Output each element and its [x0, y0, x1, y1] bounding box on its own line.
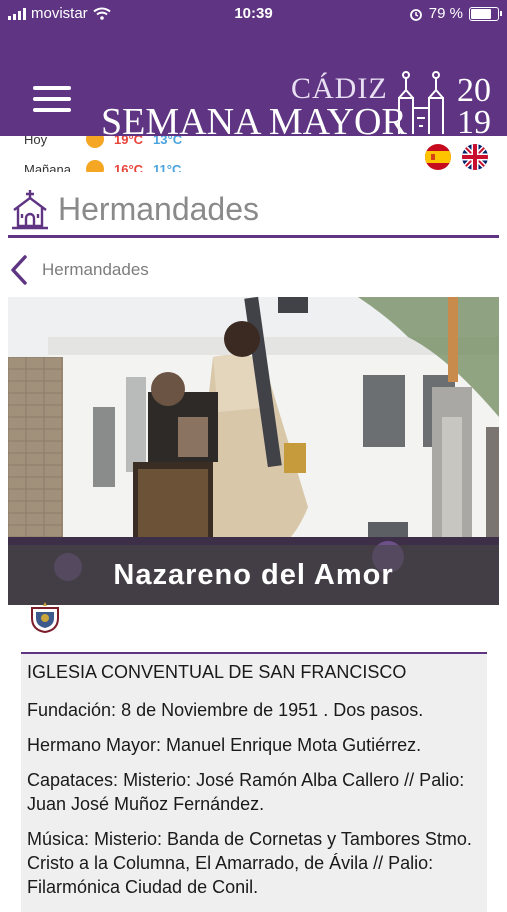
weather-day: Mañana	[24, 161, 71, 173]
chevron-left-icon	[11, 255, 27, 285]
status-bar: movistar 10:39 79 %	[0, 0, 507, 28]
section-divider	[8, 235, 499, 238]
church-icon	[12, 190, 48, 230]
fundacion-value: 8 de Noviembre de 1951 . Dos pasos.	[116, 700, 424, 720]
brotherhood-photo: Nazareno del Amor	[8, 297, 499, 605]
brotherhood-info-panel: IGLESIA CONVENTUAL DE SAN FRANCISCO Fund…	[21, 652, 487, 912]
back-button[interactable]: Hermandades	[10, 255, 149, 285]
alarm-icon	[409, 8, 422, 21]
weather-row-today: Hoy 19°C 13°C	[24, 136, 182, 148]
weather-low: 13°C	[153, 136, 183, 147]
brand-logo: CÁDIZ SEMANA MAYOR 20 19	[101, 60, 491, 143]
musica-value: Misterio: Banda de Cornetas y Tambores S…	[27, 829, 472, 897]
hero-caption: Nazareno del Amor	[8, 545, 499, 605]
sun-icon	[86, 160, 104, 172]
fundacion-row: Fundación: 8 de Noviembre de 1951 . Dos …	[27, 698, 481, 722]
capataces-label: Capataces:	[27, 770, 119, 790]
battery-icon	[469, 6, 502, 21]
hermano-mayor-value: Manuel Enrique Mota Gutiérrez.	[161, 735, 422, 755]
cathedral-logo-icon	[398, 71, 444, 134]
capataces-row: Capataces: Misterio: José Ramón Alba Cal…	[27, 768, 481, 816]
hamburger-menu-button[interactable]	[33, 86, 71, 112]
hermano-mayor-label: Hermano Mayor:	[27, 735, 162, 755]
spanish-flag-button[interactable]	[425, 144, 451, 170]
brotherhood-shield-icon	[26, 600, 64, 639]
page-title: Hermandades	[58, 190, 259, 227]
fundacion-label: Fundación:	[27, 700, 117, 720]
musica-label: Música:	[27, 829, 90, 849]
hermano-mayor-row: Hermano Mayor: Manuel Enrique Mota Gutié…	[27, 733, 481, 757]
app-header: movistar 10:39 79 % CÁDIZ SEMANA MAYOR 2…	[0, 0, 507, 143]
breadcrumb-label: Hermandades	[42, 260, 149, 279]
sun-icon	[86, 136, 104, 148]
weather-high: 16°C	[114, 161, 144, 173]
section-header: Hermandades	[10, 184, 259, 234]
musica-row: Música: Misterio: Banda de Cornetas y Ta…	[27, 827, 481, 899]
battery-percent: 79 %	[428, 5, 463, 22]
weather-low: 11°C	[153, 161, 182, 173]
weather-row-tomorrow: Mañana 16°C 11°C	[24, 160, 181, 172]
church-name: IGLESIA CONVENTUAL DE SAN FRANCISCO	[27, 662, 407, 682]
weather-high: 19°C	[114, 136, 144, 147]
english-flag-button[interactable]	[462, 144, 488, 170]
weather-day: Hoy	[24, 136, 48, 147]
